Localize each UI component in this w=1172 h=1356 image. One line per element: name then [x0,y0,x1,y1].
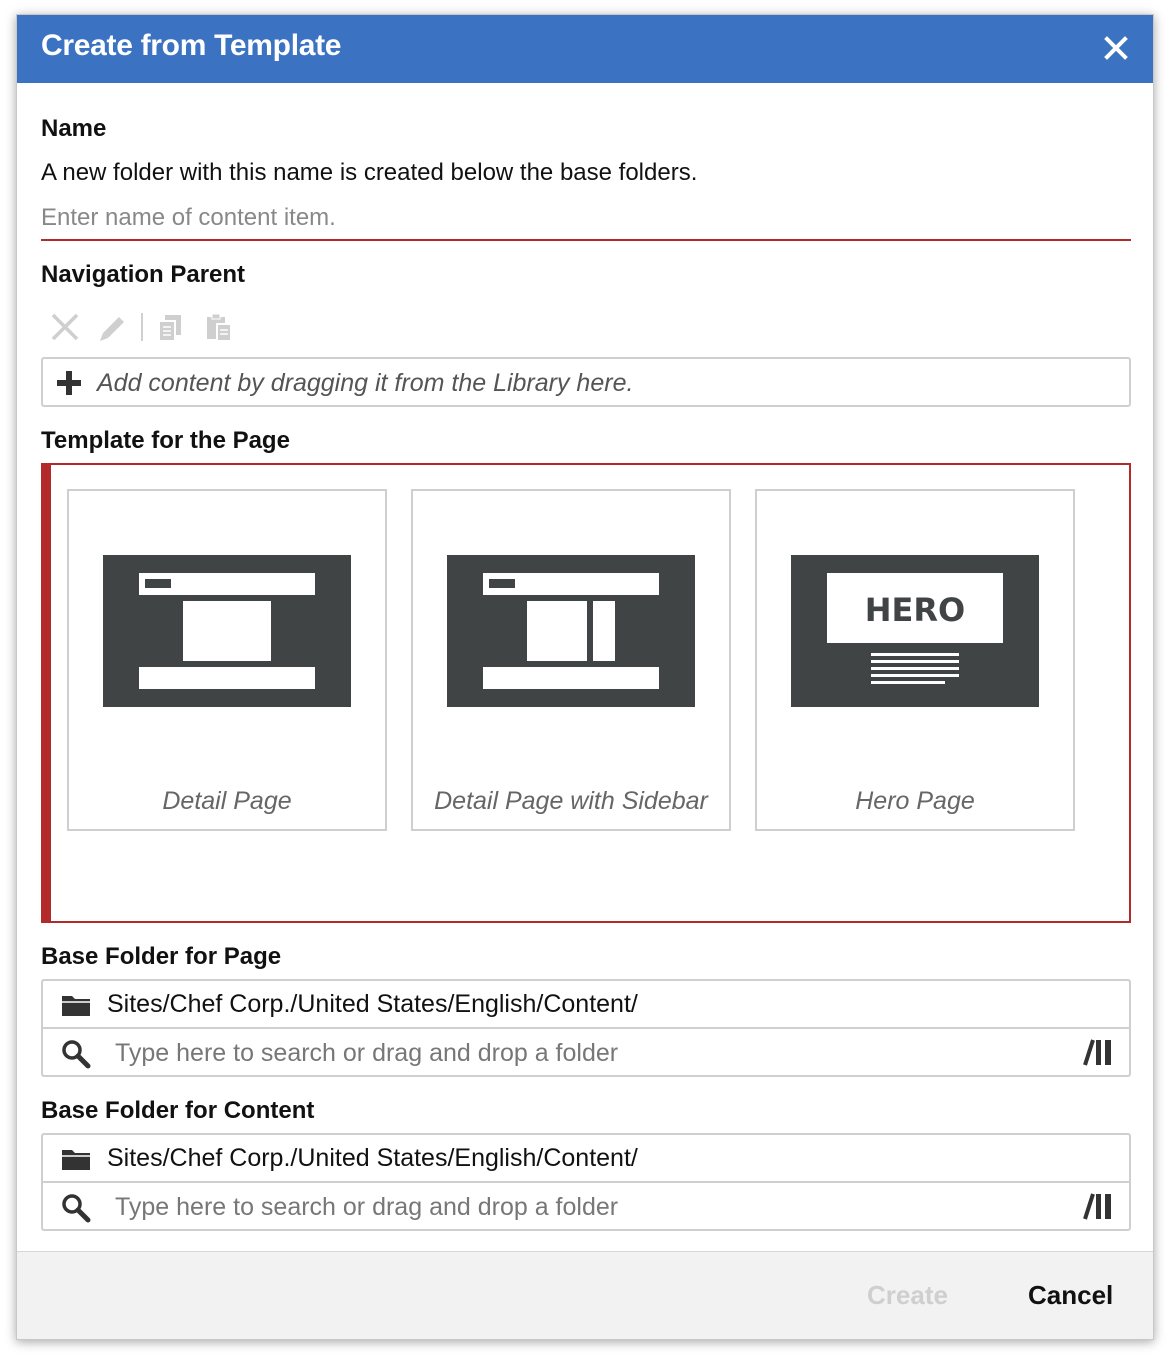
template-card-detail-page[interactable]: Detail Page [67,489,387,831]
toolbar-separator [141,313,143,341]
hero-text: HERO [865,591,965,629]
detail-page-icon [103,555,351,707]
dialog-title: Create from Template [41,29,342,62]
template-card-label: Hero Page [855,787,975,815]
folder-search-row [43,1183,1129,1231]
base-folder-page-label: Base Folder for Page [41,943,282,970]
folder-path-row: Sites/Chef Corp./United States/English/C… [43,981,1129,1029]
name-label: Name [41,115,107,142]
create-from-template-dialog: Create from Template Name A new folder w… [16,14,1154,1340]
navigation-drop-zone[interactable]: Add content by dragging it from the Libr… [41,357,1131,407]
copy-icon[interactable] [155,311,187,343]
folder-path: Sites/Chef Corp./United States/English/C… [107,990,638,1018]
base-folder-page-field: Sites/Chef Corp./United States/English/C… [41,979,1131,1077]
folder-search-input[interactable] [115,1035,1055,1071]
detail-page-sidebar-icon [447,555,695,707]
base-folder-content-label: Base Folder for Content [41,1097,315,1124]
template-label: Template for the Page [41,427,290,454]
search-icon [62,1194,91,1223]
drop-hint-text: Add content by dragging it from the Libr… [97,369,634,397]
folder-path-row: Sites/Chef Corp./United States/English/C… [43,1135,1129,1183]
folder-search-input[interactable] [115,1189,1055,1225]
create-button[interactable]: Create [867,1280,948,1311]
template-card-label: Detail Page with Sidebar [434,787,708,815]
search-icon [62,1040,91,1069]
folder-icon [62,1150,90,1170]
library-icon[interactable] [1083,1192,1113,1220]
name-description: A new folder with this name is created b… [41,159,698,186]
plus-icon [57,371,81,395]
template-card-hero-page[interactable]: HERO Hero Page [755,489,1075,831]
navigation-parent-label: Navigation Parent [41,261,246,288]
hero-page-icon: HERO [791,555,1039,707]
template-selector: Detail Page Detail Page with Sidebar HER… [41,463,1131,923]
dialog-footer: Create Cancel [17,1251,1153,1339]
name-input[interactable] [41,197,1131,241]
paste-icon[interactable] [203,311,235,343]
edit-icon[interactable] [97,311,129,343]
template-card-label: Detail Page [162,787,292,815]
template-card-detail-page-sidebar[interactable]: Detail Page with Sidebar [411,489,731,831]
remove-icon[interactable] [49,311,81,343]
dialog-title-bar: Create from Template [17,15,1153,83]
folder-search-row [43,1029,1129,1077]
base-folder-content-field: Sites/Chef Corp./United States/English/C… [41,1133,1131,1231]
cancel-button[interactable]: Cancel [1028,1280,1113,1311]
library-icon[interactable] [1083,1038,1113,1066]
folder-path: Sites/Chef Corp./United States/English/C… [107,1144,638,1172]
close-icon[interactable] [1101,33,1131,63]
folder-icon [62,996,90,1016]
